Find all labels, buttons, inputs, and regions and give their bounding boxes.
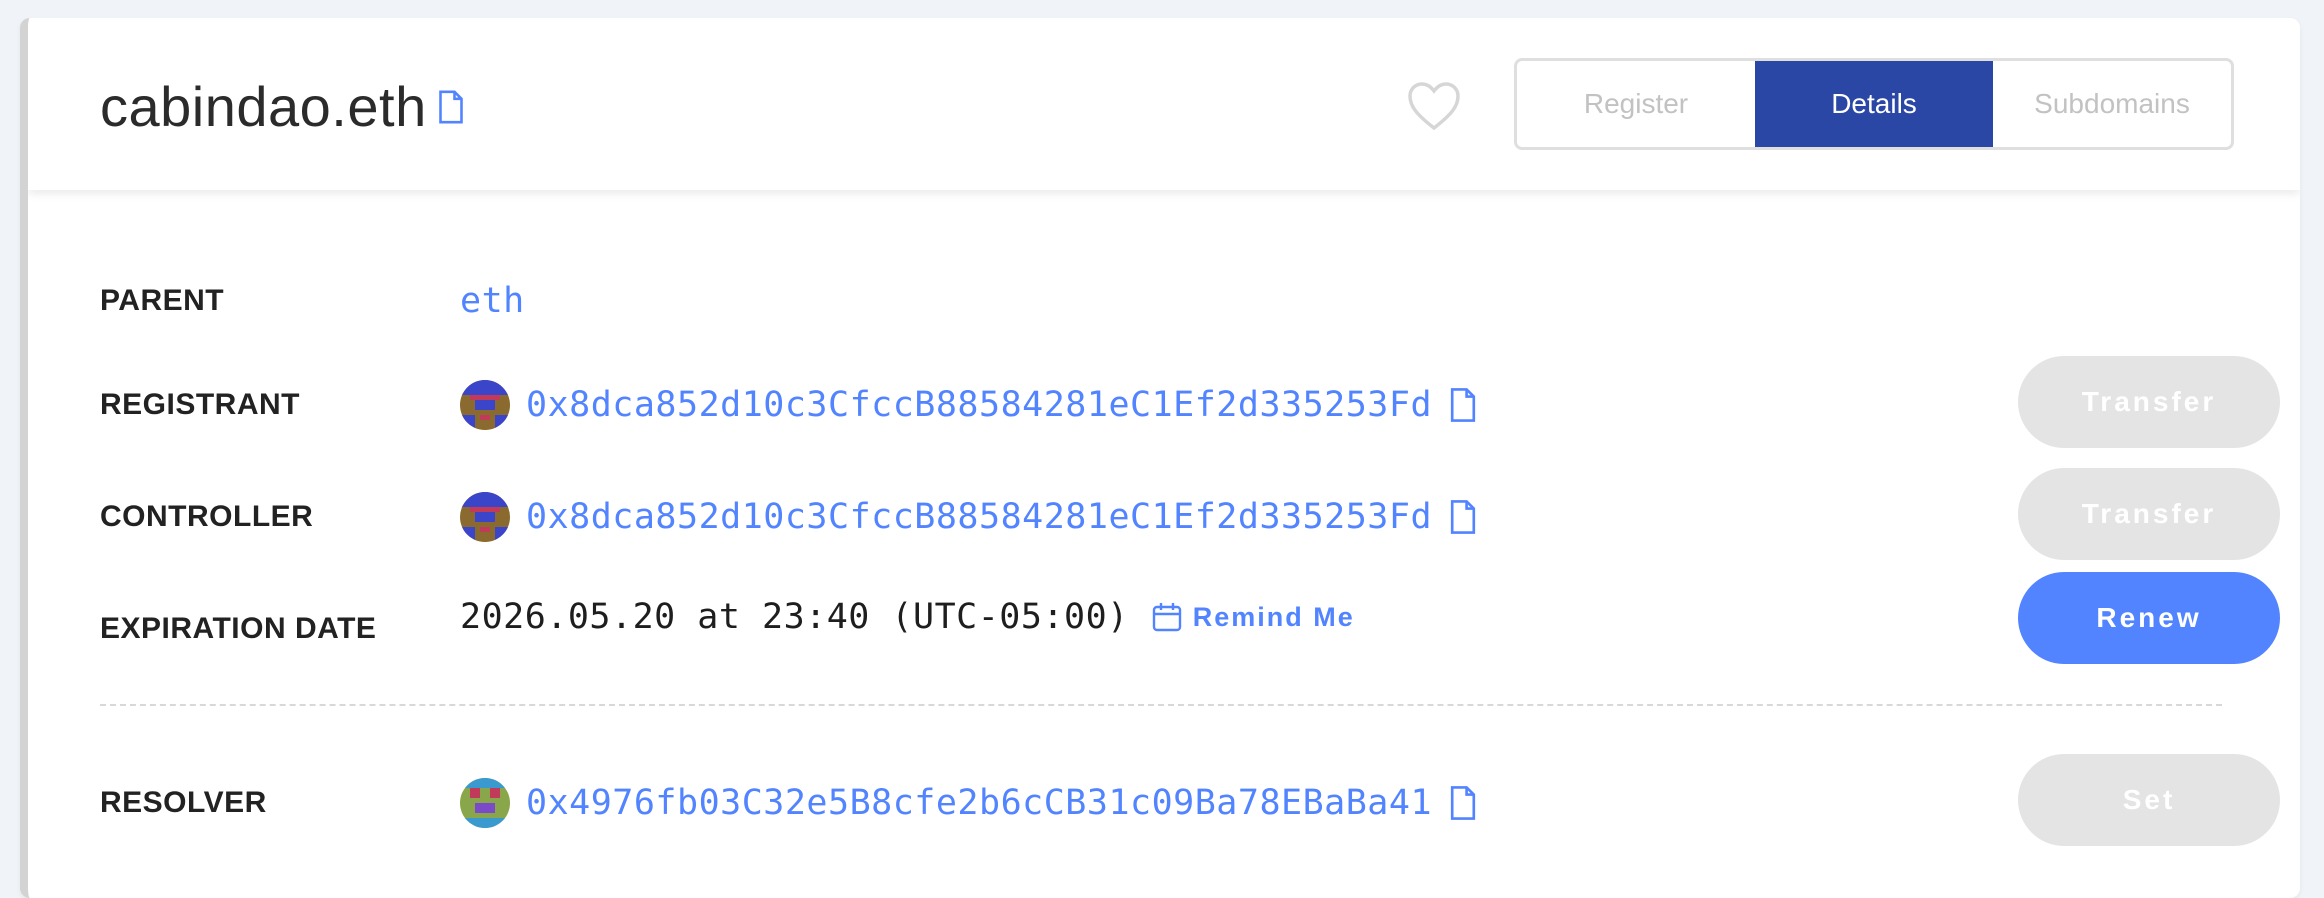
avatar-icon [460, 778, 510, 828]
header: cabindao.eth Register Details Subdomains [28, 18, 2300, 190]
controller-row: CONTROLLER 0x8dca852d10c3CfccB88584281eC… [100, 468, 2280, 560]
calendar-icon [1152, 603, 1181, 632]
copy-icon[interactable] [1448, 387, 1478, 423]
tab-subdomains[interactable]: Subdomains [1993, 61, 2231, 147]
controller-label: CONTROLLER [100, 500, 314, 533]
tab-bar: Register Details Subdomains [1514, 58, 2234, 150]
avatar-icon [460, 492, 510, 542]
tab-details[interactable]: Details [1755, 61, 1993, 147]
parent-value: eth [460, 266, 525, 336]
renew-button[interactable]: Renew [2018, 572, 2280, 664]
parent-row: PARENT eth [100, 266, 2280, 336]
controller-address[interactable]: 0x8dca852d10c3CfccB88584281eC1Ef2d335253… [526, 497, 1432, 537]
domain-title: cabindao.eth [100, 74, 465, 139]
domain-card: cabindao.eth Register Details Subdomains… [20, 18, 2300, 898]
expiration-value: 2026.05.20 at 23:40 (UTC-05:00) Remind M… [460, 582, 1355, 652]
tab-register[interactable]: Register [1517, 61, 1755, 147]
registrant-transfer-button[interactable]: Transfer [2018, 356, 2280, 448]
parent-link[interactable]: eth [460, 281, 525, 321]
copy-icon[interactable] [437, 89, 465, 125]
section-divider [100, 704, 2222, 706]
copy-icon[interactable] [1448, 785, 1478, 821]
resolver-value: 0x4976fb03C32e5B8cfe2b6cCB31c09Ba78EBaBa… [460, 768, 1478, 838]
registrant-address[interactable]: 0x8dca852d10c3CfccB88584281eC1Ef2d335253… [526, 385, 1432, 425]
copy-icon[interactable] [1448, 499, 1478, 535]
registrant-value: 0x8dca852d10c3CfccB88584281eC1Ef2d335253… [460, 370, 1478, 440]
remind-me-label: Remind Me [1192, 601, 1355, 632]
resolver-label: RESOLVER [100, 786, 267, 819]
expiration-date: 2026.05.20 at 23:40 (UTC-05:00) [460, 597, 1129, 637]
domain-name: cabindao.eth [100, 75, 427, 138]
resolver-set-button[interactable]: Set [2018, 754, 2280, 846]
registrant-label: REGISTRANT [100, 388, 300, 421]
controller-transfer-button[interactable]: Transfer [2018, 468, 2280, 560]
remind-me-button[interactable]: Remind Me [1151, 601, 1355, 633]
avatar-icon [460, 380, 510, 430]
heart-icon[interactable] [1406, 80, 1462, 132]
parent-label: PARENT [100, 284, 225, 317]
resolver-address[interactable]: 0x4976fb03C32e5B8cfe2b6cCB31c09Ba78EBaBa… [526, 783, 1432, 823]
expiration-label: EXPIRATION DATE [100, 612, 377, 645]
resolver-row: RESOLVER 0x4976fb03C32e5B8cfe2b6cCB31c09… [100, 754, 2280, 846]
controller-value: 0x8dca852d10c3CfccB88584281eC1Ef2d335253… [460, 482, 1478, 552]
expiration-row: EXPIRATION DATE 2026.05.20 at 23:40 (UTC… [100, 572, 2280, 664]
registrant-row: REGISTRANT 0x8dca852d10c3CfccB88584281eC… [100, 356, 2280, 448]
